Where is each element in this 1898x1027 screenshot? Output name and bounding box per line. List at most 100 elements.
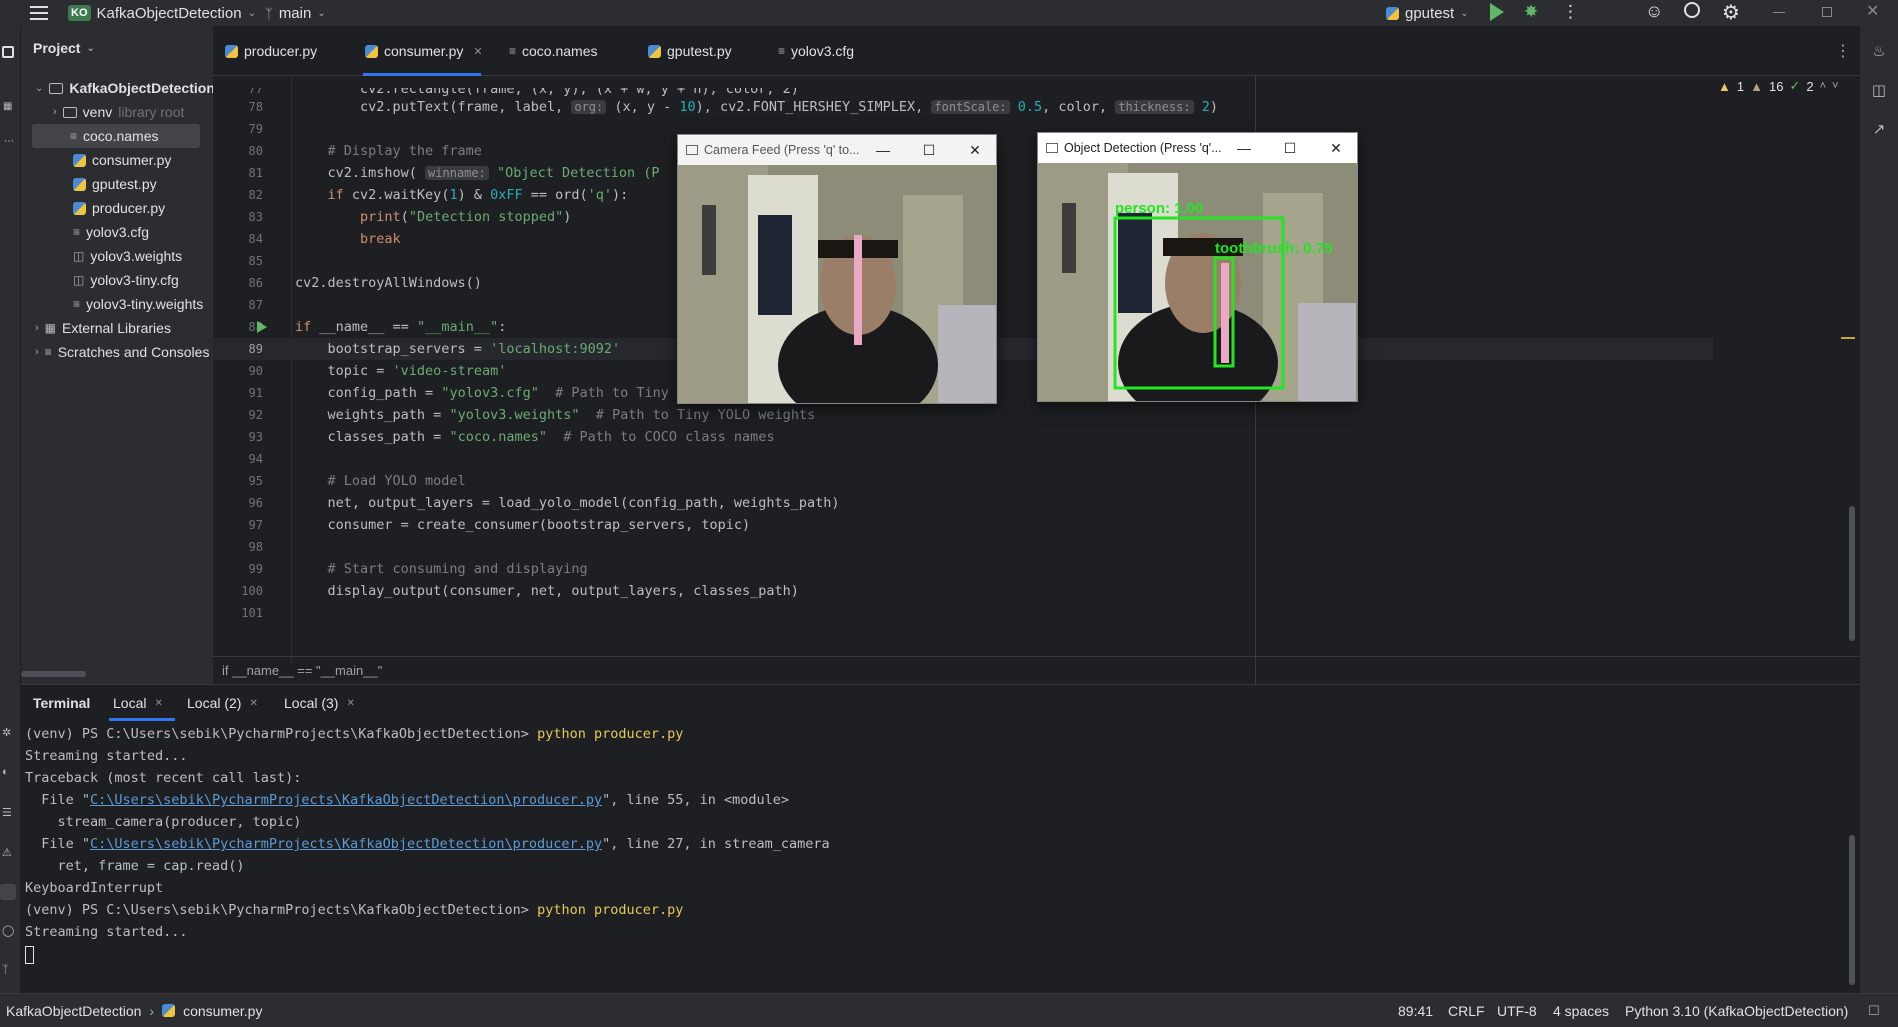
terminal-output[interactable]: (venv) PS C:\Users\sebik\PycharmProjects… [21,723,1841,988]
tab-coco-names[interactable]: ≡ coco.names [509,26,598,76]
python-file-icon [365,44,378,58]
line-number: 97 [248,518,263,532]
project-tool-icon[interactable] [2,46,14,58]
packages-tool-icon[interactable]: ◐ [2,766,9,778]
tab-consumer-py[interactable]: consumer.py ✕ [363,26,483,76]
settings-icon[interactable]: ⚙ [1722,0,1740,25]
editor-breadcrumb[interactable]: if __name__ == "__main__" [222,663,382,678]
project-selector[interactable]: KO KafkaObjectDetection ⌄ [68,1,256,25]
tab-gputest-py[interactable]: gputest.py [648,26,732,76]
tree-item-venv[interactable]: › venv library root [53,100,184,124]
tree-item-gputest-py[interactable]: gputest.py [73,172,157,196]
run-config-selector[interactable]: gputest ⌄ [1386,1,1469,25]
venv-label: venv [82,104,113,120]
warning-icon: ▲ [1718,78,1731,94]
chevron-up-icon[interactable]: ˄ [1820,80,1826,92]
minimize-icon[interactable]: — [1221,133,1267,163]
debug-icon[interactable]: ✸ [1524,2,1538,22]
tree-item-producer-py[interactable]: producer.py [73,196,165,220]
horizontal-scrollbar[interactable] [21,671,86,677]
tree-item-yolov3-tiny-weights[interactable]: ≡ yolov3-tiny.weights [73,292,203,316]
branch-selector[interactable]: ᛉ main ⌄ [265,1,326,25]
python-console-icon[interactable]: ◯ [2,924,14,937]
python-file-icon [648,44,661,58]
file-encoding[interactable]: UTF-8 [1497,1003,1537,1019]
person-label: person: 1.00 [1115,200,1203,217]
close-icon[interactable]: ✕ [952,135,998,165]
sciview-icon[interactable]: ↗ [1870,120,1888,138]
tree-root[interactable]: ⌄ KafkaObjectDetection [35,76,215,100]
terminal-tool-icon[interactable] [0,884,16,900]
object-detection-window[interactable]: Object Detection (Press 'q'... — ☐ ✕ per… [1037,132,1358,402]
tree-item-yolov3-weights[interactable]: ◫ yolov3.weights [73,244,182,268]
chevron-right-icon: › [35,346,39,358]
lock-icon[interactable]: ☐ [1868,1003,1880,1019]
maximize-icon[interactable]: ☐ [906,135,952,165]
param-hint: org: [571,100,607,114]
tab-label: producer.py [244,43,318,59]
tree-root-label: KafkaObjectDetection [69,80,215,96]
file-label: yolov3-tiny.cfg [90,272,179,288]
bookmarks-tool-icon[interactable]: ⋯ [4,136,14,147]
run-gutter-icon[interactable] [257,321,267,333]
tree-item-external-libraries[interactable]: › ▦ External Libraries [35,316,171,340]
typo-count: 2 [1806,78,1814,94]
code-line: 98 [213,536,1313,558]
line-number: 94 [248,452,263,466]
terminal-tab-local-2[interactable]: Local (2) ✕ [187,685,258,721]
status-file[interactable]: consumer.py [183,1003,262,1019]
terminal-line: ret, frame = cap.read() [25,858,245,874]
line-separator[interactable]: CRLF [1448,1003,1485,1019]
close-tab-icon[interactable]: ✕ [249,698,257,709]
structure-tool-icon[interactable]: ▦ [3,101,12,112]
terminal-scrollbar[interactable] [1849,835,1855,985]
notifications-icon[interactable]: ♨ [1870,42,1888,60]
file-link[interactable]: C:\Users\sebik\PycharmProjects\KafkaObje… [90,836,602,852]
services-tool-icon[interactable]: ✲ [2,726,11,739]
minimize-icon[interactable]: — [860,135,906,165]
editor-tab-bar: producer.py consumer.py ✕ ≡ coco.names g… [213,26,1859,76]
editor-vertical-scrollbar[interactable] [1849,506,1855,641]
minimize-window-icon[interactable] [1773,12,1785,13]
inspection-widget[interactable]: ▲ 1 ▲ 16 ✓ 2 ˄ ˅ [1718,78,1838,94]
file-link[interactable]: C:\Users\sebik\PycharmProjects\KafkaObje… [90,792,602,808]
database-icon[interactable]: ◫ [1870,81,1888,99]
maximize-icon[interactable]: ☐ [1267,133,1313,163]
caret-position[interactable]: 89:41 [1398,1003,1433,1019]
camera-feed-window[interactable]: Camera Feed (Press 'q' to... — ☐ ✕ [677,134,997,404]
tab-yolov3-cfg[interactable]: ≡ yolov3.cfg [778,26,854,76]
tab-options-icon[interactable]: ⋮ [1835,41,1851,61]
terminal-tab-local-3[interactable]: Local (3) ✕ [284,685,355,721]
run-icon[interactable] [1490,3,1504,21]
main-menu-icon[interactable] [30,4,48,22]
indent-setting[interactable]: 4 spaces [1553,1003,1609,1019]
tree-item-scratches[interactable]: › ≡ Scratches and Consoles [35,340,209,364]
file-label: yolov3-tiny.weights [86,296,204,312]
tree-item-coco-names[interactable]: ≡ coco.names [32,124,200,148]
problems-tool-icon[interactable]: ⚠ [2,846,12,859]
close-tab-icon[interactable]: ✕ [473,45,482,58]
code-line: 101 [213,602,1313,624]
close-tab-icon[interactable]: ✕ [154,698,162,709]
warning-stripe-marker[interactable] [1841,337,1855,339]
search-icon[interactable] [1684,2,1700,18]
restore-window-icon[interactable] [1822,7,1832,17]
more-actions-icon[interactable]: ⋮ [1562,2,1579,22]
line-number: 86 [248,276,263,290]
project-badge: KO [68,5,91,21]
add-user-icon[interactable]: ☺ [1645,1,1663,22]
status-project[interactable]: KafkaObjectDetection [6,1003,141,1019]
chevron-down-icon[interactable]: ˅ [1832,80,1838,92]
project-panel-header[interactable]: Project ⌄ [33,40,95,56]
layers-tool-icon[interactable]: ☰ [2,806,12,819]
terminal-tab-local[interactable]: Local ✕ [109,685,175,721]
tree-item-yolov3-tiny-cfg[interactable]: ◫ yolov3-tiny.cfg [73,268,179,292]
close-icon[interactable]: ✕ [1313,133,1359,163]
tree-item-consumer-py[interactable]: consumer.py [73,148,171,172]
close-tab-icon[interactable]: ✕ [346,698,354,709]
close-window-icon[interactable]: ✕ [1866,1,1879,21]
tree-item-yolov3-cfg[interactable]: ≡ yolov3.cfg [73,220,149,244]
python-interpreter[interactable]: Python 3.10 (KafkaObjectDetection) [1625,1003,1848,1019]
git-tool-icon[interactable]: ᛉ [2,964,9,976]
tab-producer-py[interactable]: producer.py [225,26,317,76]
